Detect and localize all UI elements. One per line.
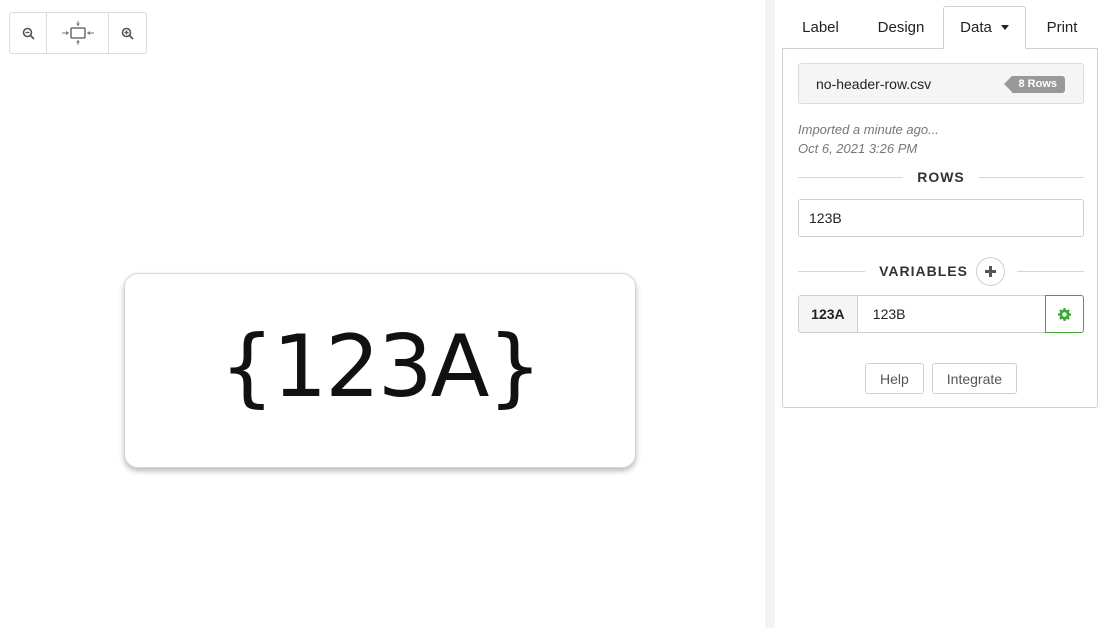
fit-to-screen-icon: [61, 21, 94, 45]
variables-section-header: VARIABLES: [798, 256, 1085, 286]
panel-actions: Help Integrate: [783, 363, 1099, 394]
label-canvas: {123A}: [0, 0, 765, 628]
data-panel: no-header-row.csv 8 Rows Imported a minu…: [782, 48, 1098, 408]
file-name: no-header-row.csv: [816, 76, 932, 92]
tab-print-text: Print: [1046, 19, 1078, 36]
tab-label-text: Label: [802, 19, 839, 36]
label-preview[interactable]: {123A}: [124, 273, 636, 468]
zoom-in-icon: [121, 27, 134, 40]
help-button-label: Help: [879, 370, 909, 387]
panel-tabs: Label Design Data Print: [782, 6, 1098, 49]
divider: [798, 270, 866, 272]
variable-value-field[interactable]: 123B: [857, 295, 1046, 333]
zoom-in-button[interactable]: [109, 13, 146, 53]
integrate-button[interactable]: Integrate: [931, 363, 1018, 394]
tab-data-text: Data: [960, 19, 992, 36]
rows-title: ROWS: [917, 169, 965, 185]
rows-count-badge: 8 Rows: [1004, 76, 1065, 93]
import-info: Imported a minute ago... Oct 6, 2021 3:2…: [798, 120, 939, 158]
tab-print[interactable]: Print: [1026, 6, 1098, 49]
tab-design[interactable]: Design: [859, 6, 943, 49]
integrate-button-label: Integrate: [946, 370, 1003, 387]
row-value: 123B: [809, 210, 842, 226]
panel-divider[interactable]: [765, 0, 775, 628]
caret-down-icon[interactable]: [1000, 25, 1009, 30]
import-date: Oct 6, 2021 3:26 PM: [798, 141, 918, 156]
variable-name: 123A: [798, 295, 858, 333]
plus-icon: [984, 265, 996, 277]
divider: [798, 176, 904, 178]
tab-data[interactable]: Data: [943, 6, 1026, 49]
add-variable-button[interactable]: [975, 256, 1005, 286]
zoom-toolbar: [9, 12, 147, 54]
label-variable-text: {123A}: [219, 316, 542, 417]
variables-title: VARIABLES: [879, 263, 968, 279]
help-button[interactable]: Help: [864, 363, 924, 394]
tab-label[interactable]: Label: [782, 6, 859, 49]
zoom-out-button[interactable]: [10, 13, 47, 53]
zoom-out-icon: [22, 27, 35, 40]
fit-to-screen-button[interactable]: [47, 13, 109, 53]
data-file[interactable]: no-header-row.csv 8 Rows: [798, 63, 1084, 104]
import-status: Imported a minute ago...: [798, 122, 939, 137]
gear-icon: [1058, 307, 1072, 321]
divider: [978, 176, 1084, 178]
side-panel: Label Design Data Print no-header-row.cs…: [775, 0, 1103, 628]
tab-design-text: Design: [877, 19, 925, 36]
divider: [1016, 270, 1085, 272]
variable-value: 123B: [872, 306, 906, 322]
variable-row: 123A 123B: [798, 295, 1084, 333]
row-selector-input[interactable]: 123B: [798, 199, 1084, 237]
variable-settings-button[interactable]: [1045, 295, 1084, 333]
rows-section-header: ROWS: [798, 167, 1084, 187]
